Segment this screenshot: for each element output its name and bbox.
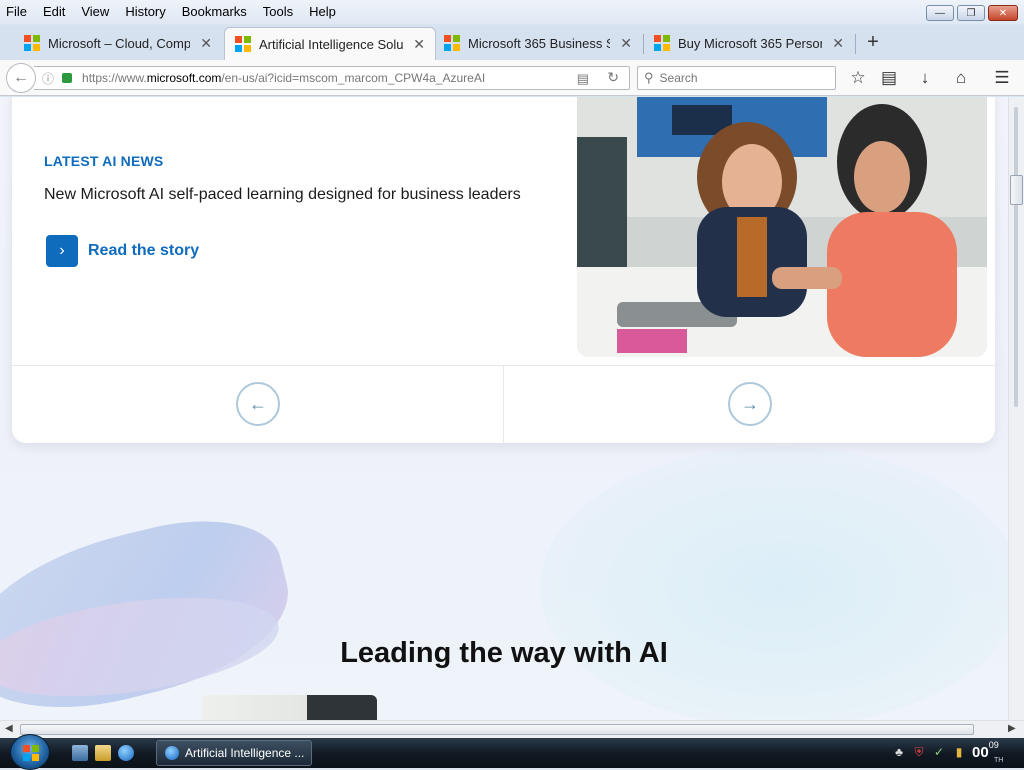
tab-label: Buy Microsoft 365 Personal... [678,35,822,51]
tab-close-icon[interactable]: ✕ [200,35,212,52]
tab-close-icon[interactable]: ✕ [620,35,632,52]
close-window-button[interactable]: ✕ [988,5,1018,21]
microsoft-logo-icon [654,35,670,51]
tab-artificial-intelligence[interactable]: Artificial Intelligence Soluti... ✕ [224,27,436,60]
lock-icon[interactable] [62,73,73,83]
minimize-button[interactable]: — [926,5,954,21]
window-controls: — ❐ ✕ [926,5,1018,21]
scroll-right-icon[interactable]: ▶ [1008,723,1016,734]
tab-label: Microsoft – Cloud, Compu... [48,35,191,51]
chevron-right-icon[interactable]: › [46,235,78,267]
partial-image [202,695,377,720]
background-glow [540,447,1008,720]
url-text: https://www.microsoft.com/en-us/ai?icid=… [82,71,485,85]
back-arrow-icon[interactable]: ← [6,63,36,93]
search-placeholder: Search [659,71,698,85]
tab-buy-microsoft-365[interactable]: Buy Microsoft 365 Personal... ✕ [644,28,854,58]
system-tray: ♣ ⛨ ✓ ▮ [892,744,966,760]
show-desktop-icon[interactable] [72,745,88,761]
tab-microsoft-cloud[interactable]: Microsoft – Cloud, Compu... ✕ [14,28,222,58]
tab-label: Artificial Intelligence Soluti... [259,36,404,52]
windows-logo-icon [23,745,39,761]
tab-close-icon[interactable]: ✕ [413,36,425,53]
explorer-icon[interactable] [95,745,111,761]
taskbar-window-label: Artificial Intelligence ... [185,746,305,760]
address-bar[interactable]: ⓘ https://www.microsoft.com/en-us/ai?ici… [34,66,630,90]
browser-window: File Edit View History Bookmarks Tools H… [0,0,1024,740]
horizontal-scroll-thumb[interactable] [20,724,974,735]
clock-suffix: TH [994,757,1004,764]
vertical-scroll-thumb[interactable] [1010,175,1023,205]
reader-icon[interactable]: ▤ [577,71,589,87]
menu-file[interactable]: File [0,1,35,23]
microsoft-logo-icon [235,36,251,52]
new-tab-button[interactable]: + [862,32,884,54]
url-domain: microsoft.com [146,71,222,85]
menu-help[interactable]: Help [301,1,344,23]
page-content: LATEST AI NEWS New Microsoft AI self-pac… [0,97,1008,720]
navigation-bar: ⓘ https://www.microsoft.com/en-us/ai?ici… [0,60,1024,96]
url-path: /en-us/ai?icid=mscom_marcom_CPW4a_AzureA… [221,71,486,85]
menu-bar: File Edit View History Bookmarks Tools H… [0,0,1024,24]
tab-label: Microsoft 365 Business Sta... [468,35,610,51]
browser-icon[interactable] [118,745,134,761]
clock[interactable]: 0009 TH [972,740,1003,764]
scroll-left-icon[interactable]: ◀ [5,723,13,734]
security-icon[interactable]: ⛨ [912,744,926,760]
section-heading: Leading the way with AI [340,637,668,669]
card-divider [503,366,504,443]
browser-icon [165,746,179,760]
menu-view[interactable]: View [73,1,117,23]
taskbar-window-button[interactable]: Artificial Intelligence ... [156,740,312,766]
tab-close-icon[interactable]: ✕ [832,35,844,52]
news-kicker: LATEST AI NEWS [44,153,164,169]
news-photo [577,97,987,357]
start-button[interactable] [10,734,50,770]
read-story-link[interactable]: Read the story [88,242,199,260]
tab-separator [855,34,856,54]
search-icon: ⚲ [644,70,654,85]
tab-bar: Microsoft – Cloud, Compu... ✕ Artificial… [0,26,1024,60]
reload-icon[interactable]: ↻ [607,69,619,86]
taskbar: Artificial Intelligence ... ♣ ⛨ ✓ ▮ 0009… [0,734,1024,770]
horizontal-scrollbar[interactable]: ◀ ▶ [0,720,1024,738]
download-icon[interactable]: ↓ [915,68,935,88]
tab-microsoft-365-business[interactable]: Microsoft 365 Business Sta... ✕ [434,28,642,58]
star-icon[interactable]: ☆ [848,68,868,88]
menu-history[interactable]: History [117,1,173,23]
library-icon[interactable]: ▤ [879,68,899,88]
news-title: New Microsoft AI self-paced learning des… [44,186,521,203]
url-prefix: https://www. [82,71,147,85]
arrow-left-icon[interactable]: ← [236,382,280,426]
arrow-right-icon[interactable]: → [728,382,772,426]
microsoft-logo-icon [444,35,460,51]
two-women-at-computer-image [577,97,987,357]
news-card: LATEST AI NEWS New Microsoft AI self-pac… [12,97,995,443]
menu-bookmarks[interactable]: Bookmarks [174,1,255,23]
scroll-track [1014,107,1018,407]
search-input[interactable]: ⚲ Search [637,66,836,90]
menu-tools[interactable]: Tools [255,1,301,23]
clock-hour: 00 [972,744,989,761]
info-icon[interactable]: ⓘ [42,70,54,87]
clock-minute: 09 [988,740,999,750]
menu-icon[interactable]: ☰ [992,68,1012,88]
update-icon[interactable]: ✓ [932,744,946,760]
vertical-scrollbar[interactable] [1008,97,1024,720]
network-icon[interactable]: ♣ [892,744,906,760]
maximize-button[interactable]: ❐ [957,5,985,21]
menu-edit[interactable]: Edit [35,1,73,23]
battery-icon[interactable]: ▮ [952,744,966,760]
microsoft-logo-icon [24,35,40,51]
home-icon[interactable]: ⌂ [951,68,971,88]
